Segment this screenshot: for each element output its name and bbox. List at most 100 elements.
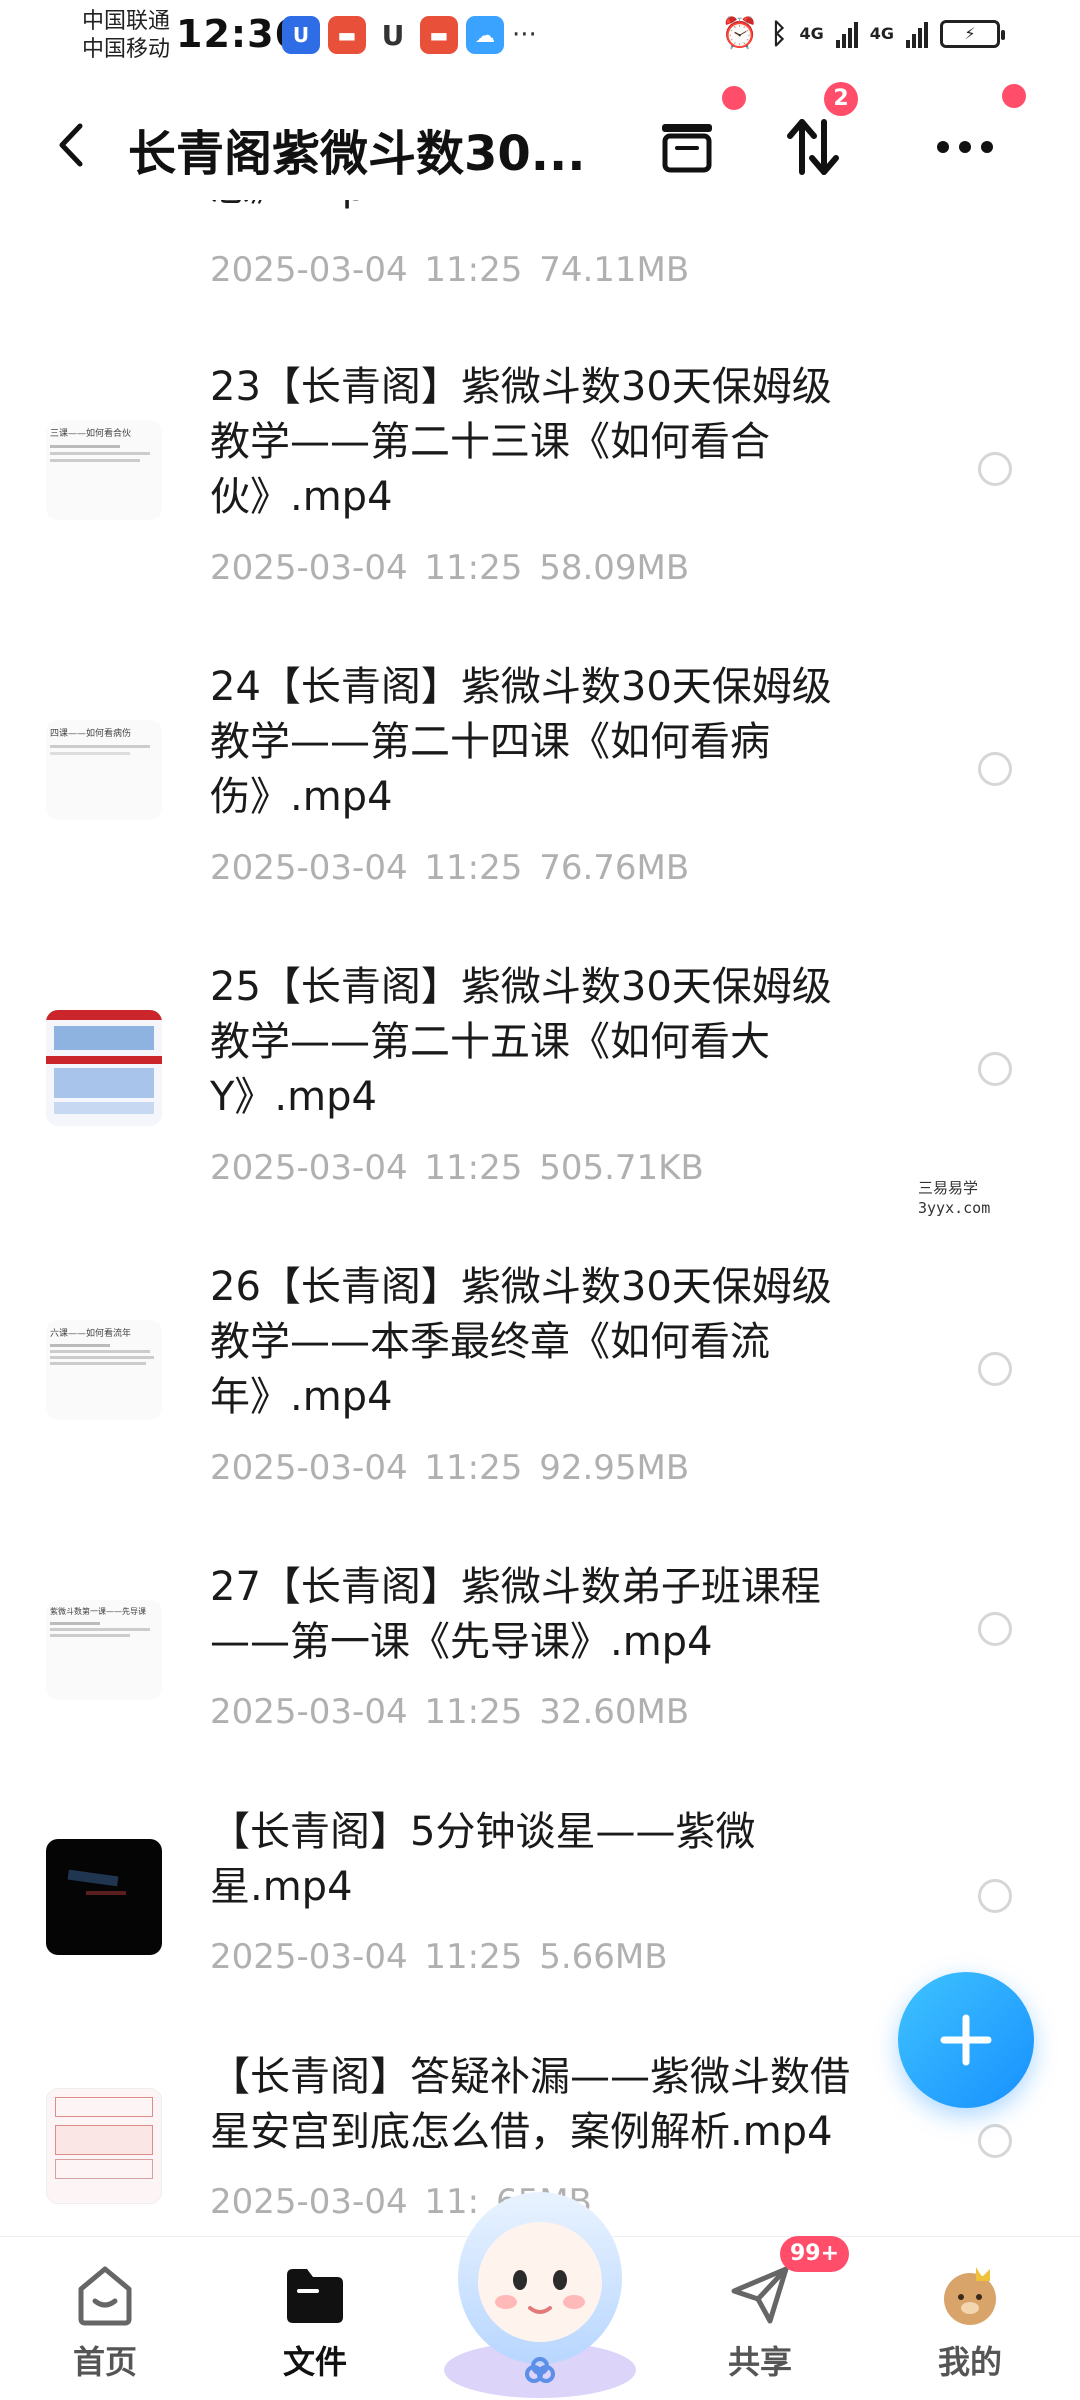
thumbnail-caption: 六课——如何看流年 — [50, 1329, 132, 1339]
folder-title: 长青阁紫微斗数30... — [128, 126, 586, 182]
notification-icons: U ▬ U ▬ ☁ ··· — [282, 16, 537, 54]
nav-mine[interactable]: 我的 — [870, 2237, 1070, 2400]
bluetooth-icon: ᛒ — [770, 17, 788, 50]
weather-icon: ☁ — [466, 16, 504, 54]
file-date: 2025-03-04 — [210, 1148, 408, 1188]
file-size: 32.60MB — [539, 1692, 690, 1732]
file-meta: 2025-03-04 11:25 5.66MB — [210, 1937, 668, 1977]
carrier-info: 中国联通 中国移动 — [82, 8, 170, 64]
file-name: 【长青阁】5分钟谈星——紫微星.mp4 — [210, 1809, 756, 1910]
baidu-netdisk-icon: U — [282, 16, 320, 54]
file-thumbnail — [46, 1010, 162, 1126]
file-date: 2025-03-04 — [210, 848, 408, 888]
file-meta: 2025-03-04 11:25 32.60MB — [210, 1692, 689, 1732]
file-date: 2025-03-04 — [210, 1937, 408, 1977]
carrier-1: 中国联通 — [82, 9, 171, 34]
nav-files[interactable]: 文件 — [215, 2237, 415, 2400]
home-icon — [78, 2266, 132, 2326]
more-options-icon[interactable] — [930, 112, 1000, 182]
file-size: 92.95MB — [539, 1448, 690, 1488]
select-radio[interactable] — [978, 452, 1012, 486]
file-meta: 2025-03-04 11:25 92.95MB — [210, 1448, 689, 1488]
thumbnail-caption: 四课——如何看病伤 — [50, 729, 132, 739]
select-radio[interactable] — [978, 752, 1012, 786]
select-radio[interactable] — [978, 1352, 1012, 1386]
battery-charging-icon: ⚡ — [940, 19, 1005, 48]
file-thumbnail — [46, 1839, 162, 1955]
file-time: 11:25 — [424, 250, 523, 290]
file-time: 11:25 — [424, 1692, 523, 1732]
file-size: 505.71KB — [539, 1148, 704, 1188]
file-date: 2025-03-04 — [210, 250, 408, 290]
carrier-2: 中国移动 — [82, 37, 171, 62]
signal-icon-1 — [835, 20, 858, 48]
paper-plane-icon — [731, 2266, 789, 2324]
more-notifications: ··· — [512, 20, 537, 50]
shop-app-icon-2: ▬ — [420, 16, 458, 54]
back-arrow-icon[interactable] — [50, 120, 94, 170]
file-size: 76.76MB — [539, 848, 690, 888]
file-thumbnail: 三课——如何看合伙 — [46, 420, 162, 520]
select-radio[interactable] — [978, 1612, 1012, 1646]
signal-icon-2 — [906, 20, 928, 48]
list-item[interactable]: 六课——如何看流年 26【长青阁】紫微斗数30天保姆级教学——本季最终章《如何看… — [0, 1260, 1080, 1520]
baidu-netdisk-outline-icon: U — [374, 16, 412, 54]
watermark-line-2: 3yyx.com — [918, 1199, 991, 1217]
file-meta: 2025-03-04 11:25 76.76MB — [210, 848, 689, 888]
folder-icon — [287, 2269, 343, 2323]
file-name: 【长青阁】答疑补漏——紫微斗数借星安宫到底怎么借，案例解析.mp4 — [210, 2054, 850, 2155]
ai-assistant-mascot-icon[interactable] — [430, 2170, 650, 2400]
file-thumbnail: 六课——如何看流年 — [46, 1320, 162, 1420]
file-size: 74.11MB — [539, 250, 690, 290]
status-bar: 中国联通 中国移动 12:36 U ▬ U ▬ ☁ ··· ⏰ ᛒ 4G 4G … — [0, 0, 1080, 70]
file-thumbnail: 四课——如何看病伤 — [46, 720, 162, 820]
file-date: 2025-03-04 — [210, 2182, 408, 2222]
system-indicators: ⏰ ᛒ 4G 4G ⚡ — [721, 16, 1005, 51]
list-item[interactable]: 【长青阁】5分钟谈星——紫微星.mp4 2025-03-04 11:25 5.6… — [0, 1805, 1080, 2005]
alarm-icon: ⏰ — [721, 16, 759, 51]
file-thumbnail: 紫微斗数第一课——先导课 — [46, 1600, 162, 1700]
list-item[interactable]: 四课——如何看病伤 24【长青阁】紫微斗数30天保姆级教学——第二十四课《如何看… — [0, 660, 1080, 920]
plus-icon — [940, 2014, 992, 2066]
nav-files-label: 文件 — [282, 2343, 347, 2381]
avatar-icon — [944, 2267, 996, 2325]
thumbnail-caption: 紫微斗数第一课——先导课 — [50, 1607, 146, 1616]
select-radio[interactable] — [978, 1879, 1012, 1913]
select-radio[interactable] — [978, 2124, 1012, 2158]
file-date: 2025-03-04 — [210, 548, 408, 588]
file-name: 23【长青阁】紫微斗数30天保姆级教学——第二十三课《如何看合伙》.mp4 — [210, 364, 832, 520]
add-button[interactable] — [898, 1972, 1034, 2108]
file-time: 11:25 — [424, 548, 523, 588]
select-radio[interactable] — [978, 1052, 1012, 1086]
file-date: 2025-03-04 — [210, 1692, 408, 1732]
thumbnail-caption: 三课——如何看合伙 — [50, 429, 132, 439]
file-name: 27【长青阁】紫微斗数弟子班课程——第一课《先导课》.mp4 — [210, 1564, 821, 1665]
transfer-badge: 2 — [824, 82, 858, 116]
list-item[interactable]: 紫微斗数第一课——先导课 27【长青阁】紫微斗数弟子班课程——第一课《先导课》.… — [0, 1560, 1080, 1760]
file-time: 11:25 — [424, 1448, 523, 1488]
network-type-2: 4G — [869, 24, 894, 43]
file-size: 58.09MB — [539, 548, 690, 588]
file-meta: 2025-03-04 11:25 58.09MB — [210, 548, 689, 588]
transfer-sort-icon[interactable] — [778, 112, 848, 182]
file-name: 25【长青阁】紫微斗数30天保姆级教学——第二十五课《如何看大Y》.mp4 — [210, 964, 832, 1120]
list-item[interactable]: 怎》.mp4 2025-03-04 11:25 74.11MB — [0, 164, 1080, 300]
nav-home-label: 首页 — [72, 2343, 137, 2381]
file-name: 24【长青阁】紫微斗数30天保姆级教学——第二十四课《如何看病伤》.mp4 — [210, 664, 832, 820]
file-meta: 2025-03-04 11:25 74.11MB — [210, 250, 689, 290]
file-meta: 2025-03-04 11:25 505.71KB — [210, 1148, 704, 1188]
more-red-dot — [1002, 84, 1026, 108]
nav-home[interactable]: 首页 — [5, 2237, 205, 2400]
nav-share-label: 共享 — [727, 2343, 792, 2381]
share-badge: 99+ — [780, 2236, 850, 2272]
file-time: 11:25 — [424, 848, 523, 888]
top-app-bar: 长青阁紫微斗数30... 2 — [0, 82, 1080, 200]
shop-app-icon: ▬ — [328, 16, 366, 54]
watermark-line-1: 三易易学 — [918, 1179, 979, 1197]
list-item[interactable]: 三课——如何看合伙 23【长青阁】紫微斗数30天保姆级教学——第二十三课《如何看… — [0, 360, 1080, 620]
watermark: 三易易学 3yyx.com — [918, 1178, 990, 1218]
file-time: 11:25 — [424, 1937, 523, 1977]
file-thumbnail — [46, 2088, 162, 2204]
select-box-icon[interactable] — [652, 112, 722, 182]
network-type-1: 4G — [799, 24, 824, 43]
